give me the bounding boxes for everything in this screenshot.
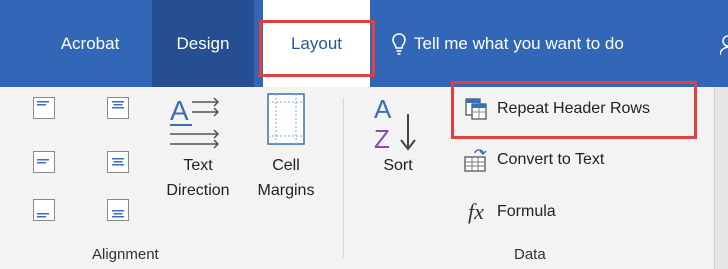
align-center-left-icon [37, 159, 49, 164]
sort-az-icon: A Z [374, 94, 416, 154]
text-direction-icon: A [170, 95, 220, 149]
align-bottom-center-icon [112, 210, 124, 218]
data-group-label: Data [514, 246, 546, 263]
cell-margins-label-1: Cell [272, 157, 300, 174]
align-top-center-icon [112, 101, 124, 109]
align-top-left-button[interactable] [33, 97, 55, 119]
svg-text:A: A [374, 94, 392, 124]
convert-to-text-label: Convert to Text [497, 151, 605, 168]
formula-label: Formula [497, 203, 556, 220]
align-center-left-button[interactable] [33, 151, 55, 173]
align-top-left-icon [37, 101, 49, 106]
repeat-header-rows-highlight [451, 81, 697, 139]
fx-icon: fx [468, 199, 484, 224]
align-top-center-button[interactable] [107, 97, 129, 119]
layout-tab-highlight [259, 20, 375, 77]
convert-to-text-button[interactable]: Convert to Text [463, 146, 604, 174]
cell-margins-icon [267, 93, 305, 145]
sort-label: Sort [383, 157, 413, 174]
tab-acrobat-label: Acrobat [60, 33, 120, 53]
svg-text:A: A [170, 95, 189, 126]
user-icon[interactable] [720, 35, 728, 55]
align-bottom-center-button[interactable] [107, 199, 129, 221]
align-center-center-icon [112, 158, 124, 166]
group-separator [343, 98, 344, 258]
align-bottom-left-icon [37, 213, 49, 218]
text-direction-label-2: Direction [166, 182, 230, 199]
convert-to-text-icon [464, 149, 487, 172]
ribbon-scroll-edge [715, 87, 728, 269]
text-direction-label-1: Text [183, 157, 213, 174]
tab-design-label: Design [176, 33, 230, 53]
tell-me-text: Tell me what you want to do [414, 33, 624, 53]
cell-margins-label-2: Margins [257, 182, 315, 199]
formula-button[interactable]: fx Formula [463, 198, 556, 226]
tab-design[interactable]: Design [152, 0, 254, 87]
align-bottom-left-button[interactable] [33, 199, 55, 221]
tell-me-search[interactable]: Tell me what you want to do [392, 0, 672, 87]
sort-button[interactable]: A Z Sort [362, 90, 434, 190]
alignment-group-label: Alignment [92, 246, 159, 263]
cell-margins-button[interactable]: Cell Margins [246, 90, 326, 210]
text-direction-button[interactable]: A Text Direction [160, 90, 236, 210]
tab-acrobat[interactable]: Acrobat [40, 0, 140, 87]
align-center-center-button[interactable] [107, 151, 129, 173]
svg-text:Z: Z [374, 124, 390, 154]
lightbulb-icon [392, 32, 406, 55]
